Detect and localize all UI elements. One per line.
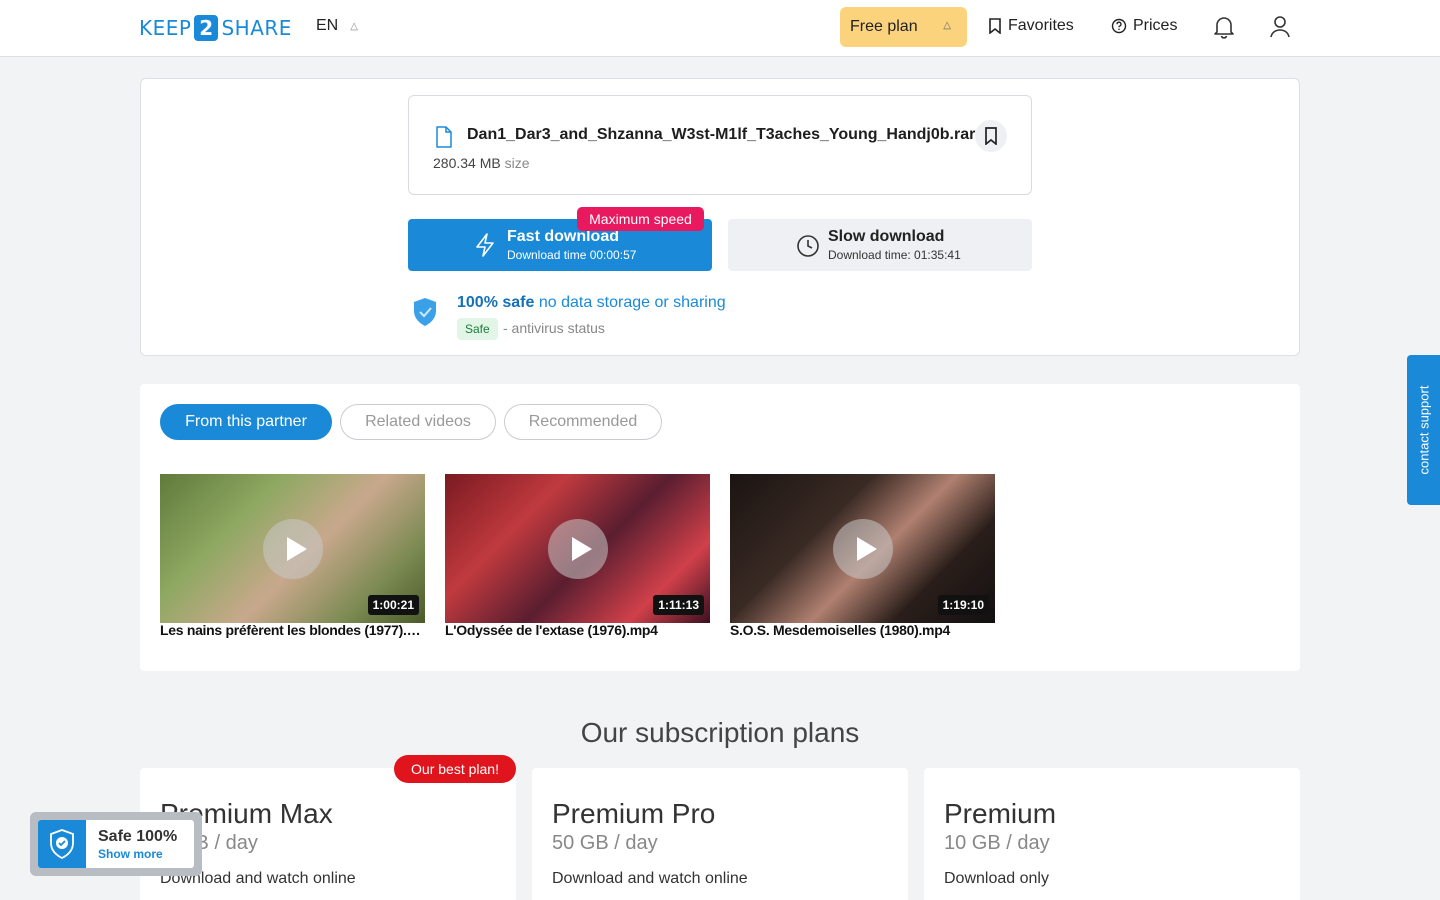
- favorites-label: Favorites: [1008, 17, 1074, 34]
- slow-download-button[interactable]: Slow download Download time: 01:35:41: [728, 219, 1032, 271]
- account-button[interactable]: [1269, 15, 1291, 44]
- fast-download-time: Download time 00:00:57: [507, 248, 637, 262]
- tab-recommended[interactable]: Recommended: [504, 404, 662, 440]
- chevron-up-icon: △: [350, 20, 358, 32]
- best-plan-badge: Our best plan!: [394, 755, 516, 783]
- plan-quota: 50 GB / day: [552, 832, 658, 854]
- chevron-up-icon: △: [943, 20, 951, 31]
- plan-name: Premium: [944, 798, 1057, 829]
- safe-widget-title: Safe 100%: [98, 828, 178, 845]
- safety-headline-bold: 100% safe: [457, 294, 535, 311]
- logo-text-left: KEEP: [139, 16, 192, 40]
- shield-check-icon: [50, 829, 74, 860]
- favorites-link[interactable]: Favorites: [988, 17, 1074, 35]
- contact-support-tab[interactable]: contact support: [1407, 355, 1440, 505]
- lightning-icon: [476, 233, 494, 257]
- language-selector[interactable]: EN △: [316, 17, 358, 35]
- play-icon[interactable]: [548, 519, 608, 579]
- video-thumbnail[interactable]: 1:00:21: [160, 474, 425, 623]
- logo[interactable]: KEEP 2 SHARE: [139, 15, 292, 41]
- safe-widget-inner: Safe 100% Show more: [38, 820, 194, 868]
- video-title[interactable]: L'Odyssée de l'extase (1976).mp4: [445, 622, 710, 638]
- plan-card-premium[interactable]: Premium 10 GB / day Download only: [924, 768, 1300, 900]
- clock-icon: [797, 235, 819, 257]
- bell-icon: [1214, 17, 1234, 39]
- video-title[interactable]: Les nains préfèrent les blondes (1977).m…: [160, 622, 425, 638]
- plan-quota: 10 GB / day: [944, 832, 1050, 854]
- logo-text-mid: 2: [194, 15, 219, 41]
- tab-from-this-partner[interactable]: From this partner: [160, 404, 332, 440]
- file-size-unit: size: [504, 155, 530, 171]
- tab-related-videos[interactable]: Related videos: [340, 404, 496, 440]
- video-thumbnail[interactable]: 1:19:10: [730, 474, 995, 623]
- plan-description: Download only: [944, 870, 1049, 887]
- safe-widget-shield: [38, 820, 86, 868]
- safety-headline: 100% safe no data storage or sharing: [457, 294, 726, 312]
- video-duration: 1:11:13: [653, 595, 704, 615]
- slow-download-time: Download time: 01:35:41: [828, 248, 961, 262]
- language-label: EN: [316, 17, 339, 34]
- video-title[interactable]: S.O.S. Mesdemoiselles (1980).mp4: [730, 622, 995, 638]
- question-circle-icon: [1111, 18, 1127, 34]
- play-icon[interactable]: [833, 519, 893, 579]
- video-thumbnail[interactable]: 1:11:13: [445, 474, 710, 623]
- antivirus-tag: Safe: [457, 318, 498, 340]
- file-size-value: 280.34 MB: [433, 155, 501, 171]
- file-info-card: [408, 95, 1032, 195]
- bookmark-icon: [985, 127, 997, 145]
- plans-title: Our subscription plans: [580, 717, 860, 748]
- plan-card-premium-pro[interactable]: Premium Pro 50 GB / day Download and wat…: [532, 768, 908, 900]
- plan-dropdown-button[interactable]: Free plan △: [840, 7, 967, 47]
- safety-headline-rest: no data storage or sharing: [534, 294, 726, 311]
- file-size: 280.34 MB size: [433, 155, 530, 171]
- file-name: Dan1_Dar3_and_Shzanna_W3st-M1lf_T3aches_…: [467, 126, 976, 143]
- play-icon[interactable]: [263, 519, 323, 579]
- prices-link[interactable]: Prices: [1111, 17, 1177, 35]
- file-icon: [436, 126, 452, 148]
- antivirus-status: - antivirus status: [503, 320, 605, 336]
- safe-widget-show-more[interactable]: Show more: [98, 847, 163, 861]
- plan-description: Download and watch online: [552, 870, 748, 887]
- max-speed-badge: Maximum speed: [577, 207, 704, 231]
- plan-name: Premium Pro: [552, 798, 716, 829]
- safe-widget[interactable]: Safe 100% Show more: [30, 812, 202, 876]
- contact-support-label: contact support: [1416, 385, 1431, 475]
- video-duration: 1:00:21: [367, 595, 419, 615]
- user-icon: [1270, 16, 1290, 38]
- shield-check-icon: [414, 298, 436, 326]
- video-duration: 1:19:10: [937, 595, 989, 615]
- notifications-button[interactable]: [1213, 15, 1235, 44]
- bookmark-icon: [989, 18, 1001, 34]
- logo-text-right: SHARE: [221, 16, 292, 40]
- bookmark-file-button[interactable]: [975, 120, 1007, 152]
- plan-label: Free plan: [850, 18, 918, 35]
- slow-download-title: Slow download: [828, 228, 945, 245]
- prices-label: Prices: [1133, 17, 1178, 34]
- top-header: KEEP 2 SHARE EN △ Free plan △ Favorites …: [0, 0, 1440, 57]
